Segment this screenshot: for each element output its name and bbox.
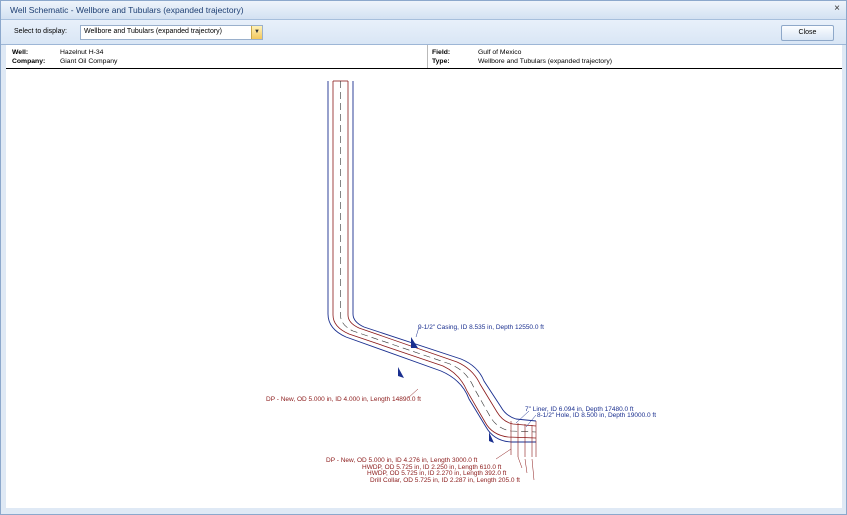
company-label: Company: (12, 58, 46, 65)
well-schematic-window: Well Schematic - Wellbore and Tubulars (… (0, 0, 847, 515)
hole-label: 8-1/2" Hole, ID 8.500 in, Depth 19000.0 … (537, 412, 656, 419)
well-value: Hazelnut H-34 (60, 49, 104, 56)
casing-outline (327, 81, 537, 443)
select-display-label: Select to display: (14, 28, 67, 35)
field-label: Field: (432, 49, 451, 56)
title-bar[interactable]: Well Schematic - Wellbore and Tubulars (… (1, 1, 846, 20)
display-select[interactable]: Wellbore and Tubulars (expanded trajecto… (80, 25, 263, 40)
toolbar: Select to display: Wellbore and Tubulars… (1, 20, 846, 45)
casing-shoe-marker (411, 337, 418, 348)
window-title: Well Schematic - Wellbore and Tubulars (… (10, 5, 244, 15)
type-value: Wellbore and Tubulars (expanded trajecto… (478, 58, 612, 65)
tubular-lines (332, 80, 537, 439)
type-label: Type: (432, 58, 450, 65)
dp-new-1-label: DP - New, OD 5.000 in, ID 4.000 in, Leng… (266, 396, 421, 403)
bha-detail (510, 421, 537, 457)
close-icon[interactable]: × (834, 3, 840, 14)
chevron-down-icon[interactable]: ▼ (251, 26, 262, 39)
close-button[interactable]: Close (781, 25, 834, 41)
well-label: Well: (12, 49, 29, 56)
casing-shoe-marker-2 (398, 367, 404, 378)
wellbore-schematic: 9-1/2" Casing, ID 8.535 in, Depth 12550.… (266, 80, 656, 484)
drill-collar-label: Drill Collar, OD 5.725 in, ID 2.287 in, … (370, 477, 520, 484)
schematic-canvas: 9-1/2" Casing, ID 8.535 in, Depth 12550.… (6, 69, 842, 508)
company-value: Giant Oil Company (60, 58, 118, 65)
well-info-header: Well: Hazelnut H-34 Company: Giant Oil C… (6, 45, 842, 69)
dp-new-2-label: DP - New, OD 5.000 in, ID 4.276 in, Leng… (326, 457, 477, 464)
display-select-value: Wellbore and Tubulars (expanded trajecto… (84, 28, 223, 35)
casing-label: 9-1/2" Casing, ID 8.535 in, Depth 12550.… (418, 324, 544, 331)
info-divider (427, 45, 428, 68)
hwdp-2-label: HWDP, OD 5.725 in, ID 2.270 in, Length 3… (367, 470, 507, 477)
field-value: Gulf of Mexico (478, 49, 522, 56)
centerline (340, 81, 537, 433)
